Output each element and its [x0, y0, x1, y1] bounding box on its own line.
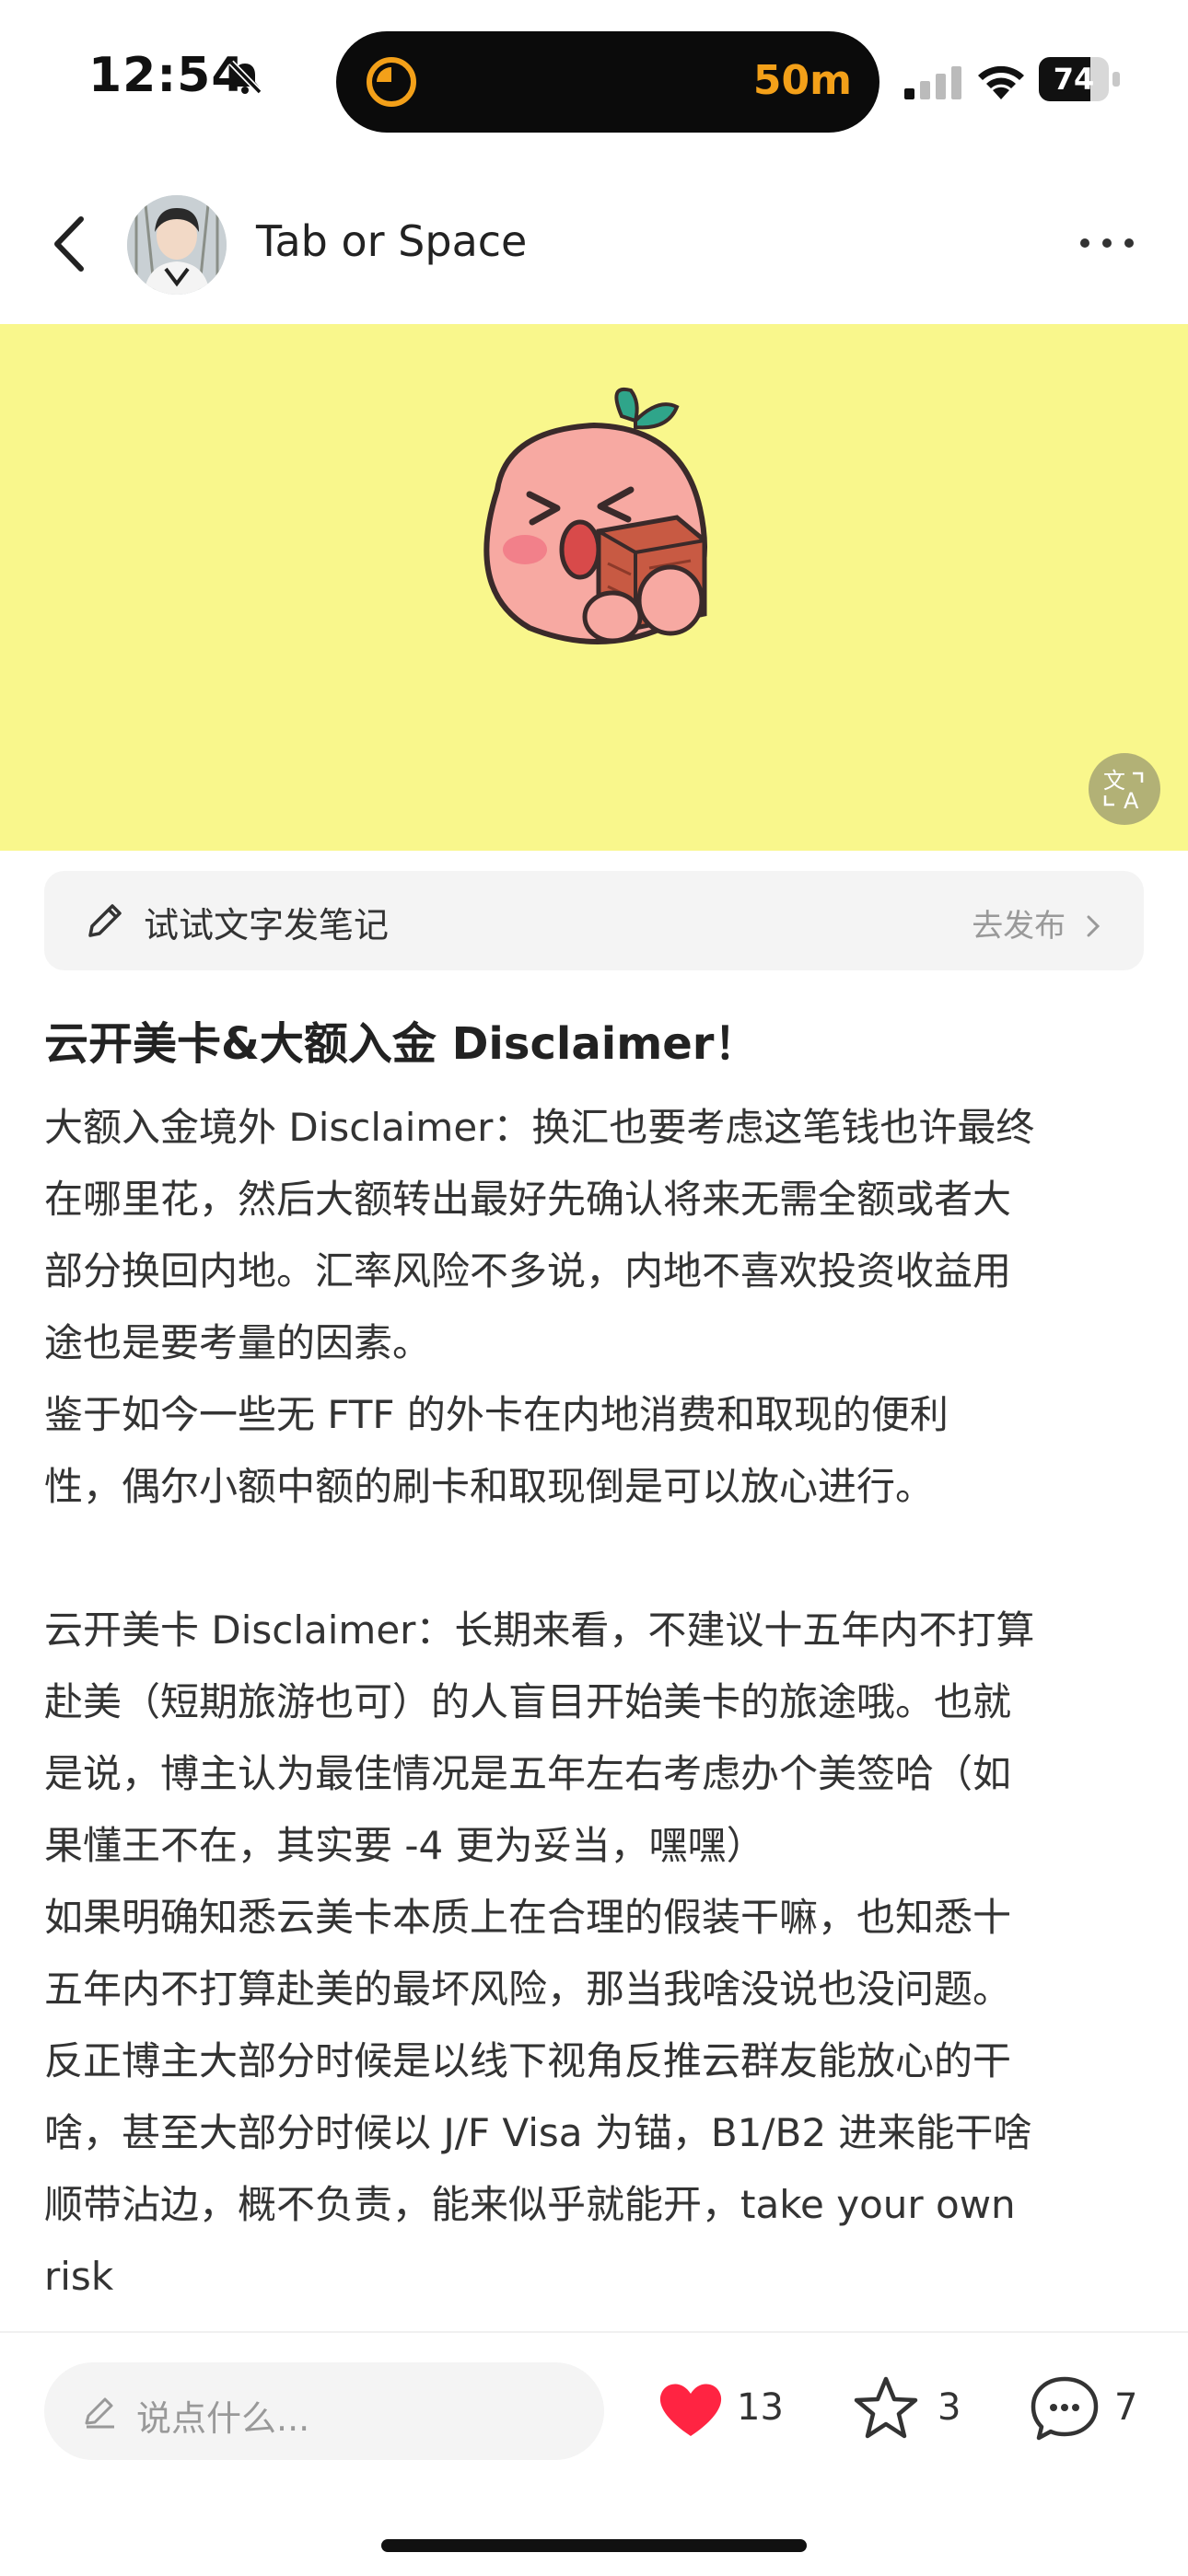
avatar-image — [127, 195, 227, 295]
try-text-note-bar[interactable]: 试试文字发笔记 去发布 — [44, 871, 1144, 970]
author-name[interactable]: Tab or Space — [256, 216, 527, 266]
try-bar-label: 试试文字发笔记 — [144, 905, 390, 946]
note-body: 大额入金境外 Disclaimer：换汇也要考虑这笔钱也许最终 在哪里花，然后大额… — [44, 1092, 1149, 2313]
translate-icon: 文 A — [1103, 768, 1144, 814]
svg-text:文: 文 — [1103, 768, 1125, 794]
collect-button[interactable]: 3 — [849, 2372, 969, 2445]
collect-count: 3 — [938, 2386, 961, 2429]
battery-body: 74 — [1039, 57, 1109, 101]
star-icon — [854, 2376, 918, 2439]
cellular-signal-icon — [904, 66, 961, 99]
body-line: 在哪里花，然后大额转出最好先确认将来无需全额或者大 — [44, 1177, 1012, 1222]
timer-ring-icon — [367, 57, 416, 107]
back-chevron-icon[interactable] — [46, 212, 92, 276]
translate-button[interactable]: 文 A — [1089, 753, 1160, 825]
body-line: 赴美（短期旅游也可）的人盲目开始美卡的旅途哦。也就 — [44, 1679, 1012, 1724]
home-indicator — [381, 2539, 807, 2552]
body-line: 反正博主大部分时候是以线下视角反推云群友能放心的干 — [44, 2038, 1012, 2083]
body-line: 啥，甚至大部分时候以 J/F Visa 为锚，B1/B2 进来能干啥 — [44, 2110, 1032, 2155]
comment-placeholder: 说点什么... — [136, 2398, 310, 2439]
edit-pen-icon — [85, 2397, 114, 2429]
pencil-icon — [88, 904, 122, 937]
publish-link-label: 去发布 — [972, 908, 1066, 945]
body-line: 是说，博主认为最佳情况是五年左右考虑办个美签哈（如 — [44, 1751, 1012, 1796]
silent-bell-icon — [228, 60, 262, 95]
body-line: 顺带沾边，概不负责，能来似乎就能开，take your own — [44, 2182, 1016, 2227]
note-cover-image[interactable]: 文 A — [0, 324, 1188, 851]
battery-cap — [1112, 72, 1120, 87]
body-line: 果懂王不在，其实要 -4 更为妥当，嘿嘿） — [44, 1823, 765, 1868]
body-line: 如果明确知悉云美卡本质上在合理的假装干嘛，也知悉十 — [44, 1895, 1012, 1940]
author-avatar[interactable] — [127, 195, 227, 295]
body-line: 性，偶尔小额中额的刷卡和取现倒是可以放心进行。 — [44, 1464, 935, 1509]
comment-bubble-icon — [1031, 2376, 1099, 2441]
status-bar: 12:54 50m 74 — [0, 0, 1188, 157]
status-time: 12:54 — [88, 48, 246, 103]
note-header: Tab or Space — [0, 184, 1188, 322]
comment-count: 7 — [1114, 2386, 1138, 2429]
chevron-right-icon — [1087, 915, 1101, 937]
peach-sticker-image — [483, 387, 707, 644]
battery-percent: 74 — [1053, 62, 1095, 97]
body-line: 途也是要考量的因素。 — [44, 1320, 432, 1365]
comment-input[interactable]: 说点什么... — [44, 2362, 604, 2460]
wifi-icon — [978, 65, 1024, 99]
like-count: 13 — [737, 2386, 784, 2429]
battery-indicator: 74 — [1039, 57, 1122, 101]
dynamic-island[interactable]: 50m — [336, 31, 879, 133]
body-line: 部分换回内地。汇率风险不多说，内地不喜欢投资收益用 — [44, 1248, 1012, 1294]
note-title: 云开美卡&大额入金 Disclaimer！ — [44, 1018, 759, 1070]
svg-text:A: A — [1124, 788, 1139, 814]
body-line: risk — [44, 2254, 114, 2299]
island-timer: 50m — [752, 57, 852, 104]
body-line: 云开美卡 Disclaimer：长期来看，不建议十五年内不打算 — [44, 1607, 1035, 1653]
heart-icon — [659, 2384, 722, 2436]
like-button[interactable]: 13 — [654, 2372, 784, 2445]
bottom-action-bar: 说点什么... 13 3 7 — [0, 2331, 1188, 2576]
comment-button[interactable]: 7 — [1028, 2372, 1147, 2445]
body-line: 五年内不打算赴美的最坏风险，那当我啥没说也没问题。 — [44, 1967, 1012, 2012]
body-line: 大额入金境外 Disclaimer：换汇也要考虑这笔钱也许最终 — [44, 1105, 1035, 1150]
body-line: 鉴于如今一些无 FTF 的外卡在内地消费和取现的便利 — [44, 1392, 949, 1437]
more-options-icon[interactable] — [1076, 225, 1138, 261]
publish-link[interactable]: 去发布 — [972, 900, 1103, 946]
